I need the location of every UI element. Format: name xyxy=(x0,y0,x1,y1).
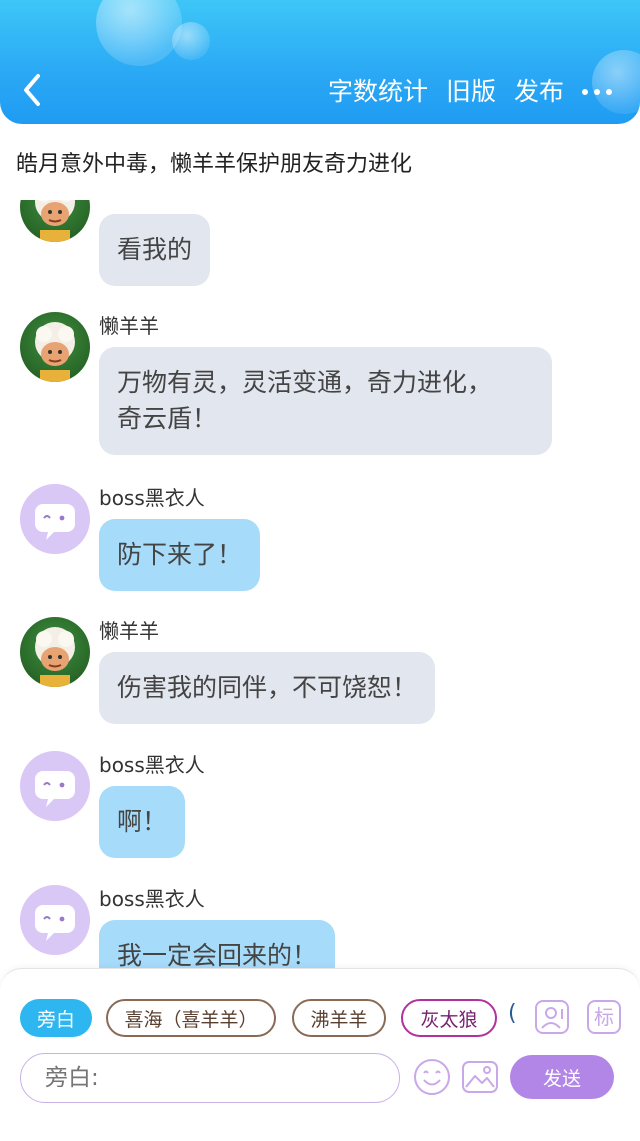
image-icon[interactable] xyxy=(460,1057,500,1097)
chat-list[interactable]: 看我的 懒羊羊 万物有灵，灵活变通，奇力进化， 奇云盾！ boss黑衣人 防下来… xyxy=(0,200,640,970)
decor-bubble xyxy=(96,0,182,66)
sender-name: 懒羊羊 xyxy=(99,314,159,338)
lazy-sheep-avatar-icon xyxy=(35,200,75,242)
send-button[interactable]: 发送 xyxy=(510,1055,614,1099)
message-bubble[interactable]: 防下来了！ xyxy=(99,519,261,591)
lazy-sheep-avatar-icon xyxy=(35,627,75,687)
message-line: 万物有灵，灵活变通，奇力进化， xyxy=(117,368,493,397)
tag-button[interactable]: 标 xyxy=(586,999,622,1035)
role-chip-overflow[interactable]: ( xyxy=(508,1001,517,1026)
role-chip[interactable]: 沸羊羊 xyxy=(292,999,386,1037)
message-bubble[interactable]: 啊！ xyxy=(99,786,186,858)
header-bar: 字数统计 旧版 发布 xyxy=(0,0,640,124)
sender-name: 懒羊羊 xyxy=(99,619,159,643)
decor-bubble xyxy=(172,22,210,60)
back-button[interactable] xyxy=(18,72,48,108)
chevron-left-icon xyxy=(24,74,40,106)
avatar[interactable] xyxy=(20,751,90,821)
avatar[interactable] xyxy=(20,885,90,955)
header-actions: 字数统计 旧版 发布 xyxy=(328,72,612,108)
role-chip-narrator[interactable]: 旁白 xyxy=(20,999,92,1037)
more-dots-icon[interactable] xyxy=(582,85,612,95)
avatar[interactable] xyxy=(20,200,90,242)
old-version-button[interactable]: 旧版 xyxy=(446,72,496,108)
chat-bubble-placeholder-icon xyxy=(35,905,75,941)
role-chip[interactable]: 喜海（喜羊羊） xyxy=(106,999,276,1037)
story-title: 皓月意外中毒，懒羊羊保护朋友奇力进化 xyxy=(16,152,413,177)
message-line: 奇云盾！ xyxy=(117,404,218,433)
message-bubble[interactable]: 我一定会回来的！ xyxy=(99,920,336,970)
composer-panel: 旁白 喜海（喜羊羊） 沸羊羊 灰太狼 ( 标 发送 xyxy=(0,968,640,1141)
message-input[interactable] xyxy=(20,1053,400,1103)
chat-bubble-placeholder-icon xyxy=(35,504,75,540)
chat-bubble-placeholder-icon xyxy=(35,771,75,807)
message-bubble[interactable]: 伤害我的同伴，不可饶恕！ xyxy=(99,652,436,724)
message-bubble[interactable]: 万物有灵，灵活变通，奇力进化， 奇云盾！ xyxy=(99,347,552,455)
publish-button[interactable]: 发布 xyxy=(514,72,564,108)
sender-name: boss黑衣人 xyxy=(99,753,205,777)
story-title-bar: 皓月意外中毒，懒羊羊保护朋友奇力进化 xyxy=(0,124,640,200)
sender-name: boss黑衣人 xyxy=(99,486,205,510)
lazy-sheep-avatar-icon xyxy=(35,322,75,382)
sender-name: boss黑衣人 xyxy=(99,887,205,911)
word-count-button[interactable]: 字数统计 xyxy=(328,72,428,108)
role-chip[interactable]: 灰太狼 xyxy=(401,999,497,1037)
emoji-icon[interactable] xyxy=(412,1057,452,1097)
tag-label: 标 xyxy=(594,1005,614,1029)
avatar[interactable] xyxy=(20,617,90,687)
avatar[interactable] xyxy=(20,484,90,554)
character-card-icon[interactable] xyxy=(534,999,570,1035)
avatar[interactable] xyxy=(20,312,90,382)
message-bubble[interactable]: 看我的 xyxy=(99,214,211,286)
